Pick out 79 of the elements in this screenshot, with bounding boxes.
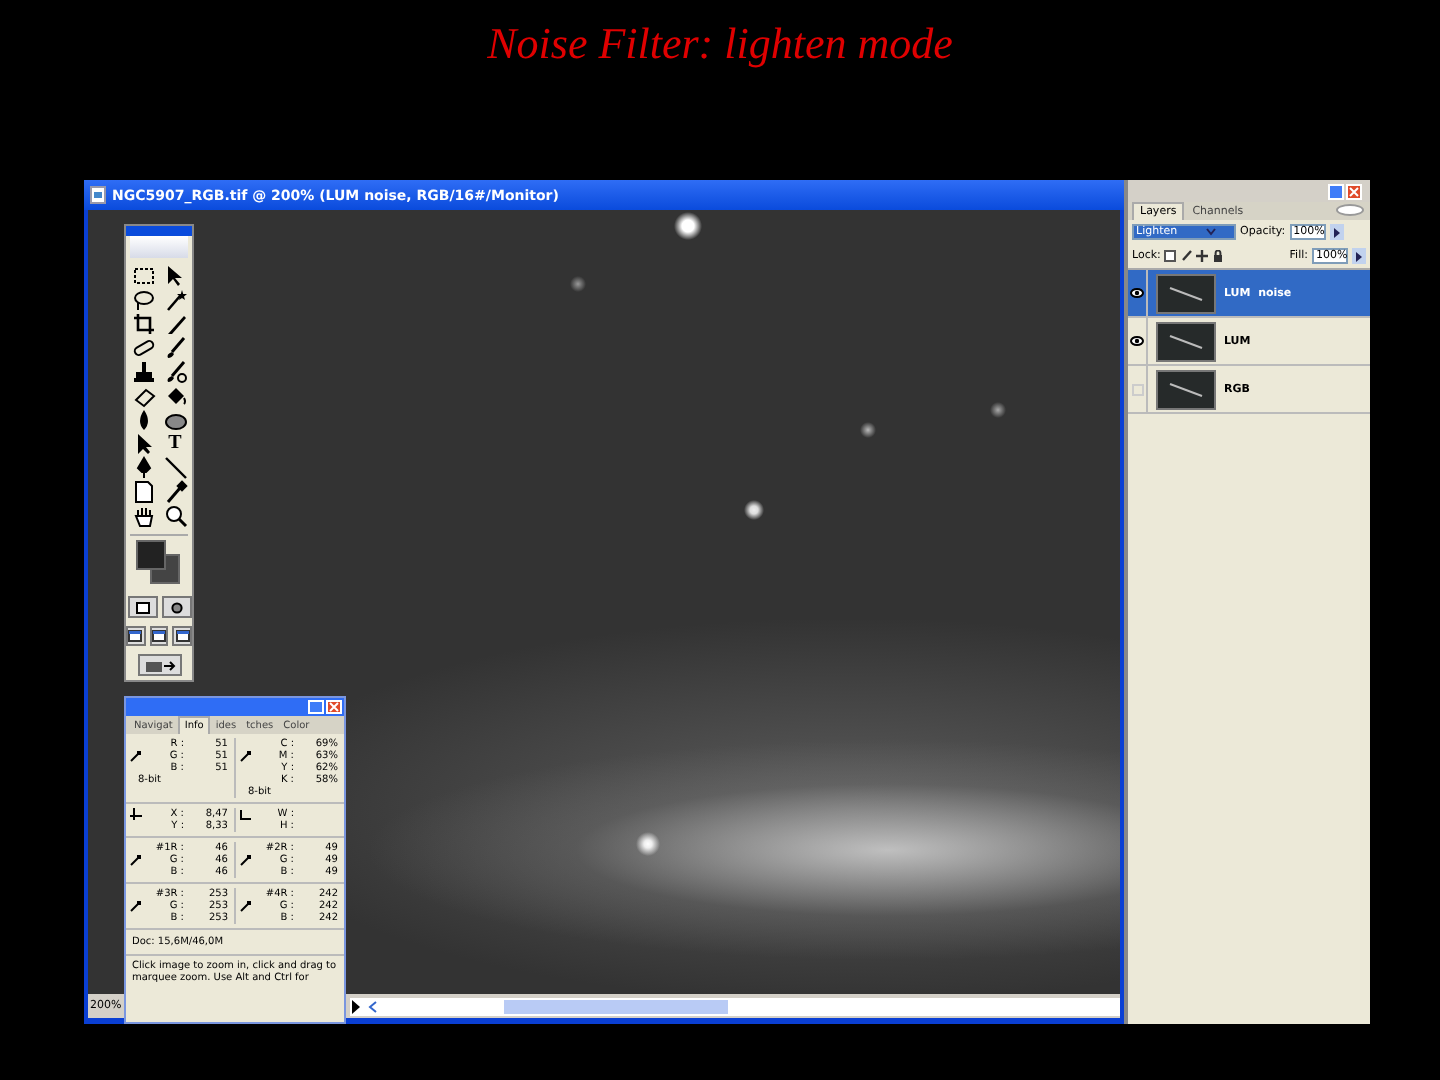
minimize-button[interactable] <box>1328 183 1344 199</box>
screen-mode-button[interactable] <box>126 626 146 646</box>
quick-mask-icon <box>169 601 183 613</box>
stamp-icon <box>131 359 155 383</box>
eyedropper-tool[interactable] <box>161 480 189 502</box>
marquee-tool[interactable] <box>129 264 157 286</box>
stamp-tool[interactable] <box>129 360 157 382</box>
quick-mask-button[interactable] <box>161 596 191 618</box>
bandage-tool[interactable] <box>129 336 157 358</box>
eyedropper-icon <box>130 854 142 866</box>
close-button[interactable] <box>326 700 342 714</box>
history-brush-icon <box>163 359 187 383</box>
zoom-icon <box>163 503 187 527</box>
eyedropper-icon <box>163 479 187 503</box>
crop-icon <box>131 311 155 335</box>
eyedropper-icon <box>240 900 252 912</box>
foreground-color-swatch[interactable] <box>136 540 166 570</box>
lock-transparency-icon <box>1164 250 1177 262</box>
window-icon <box>175 630 190 642</box>
marquee-icon <box>131 263 155 287</box>
blob-tool[interactable] <box>161 408 189 430</box>
document-icon <box>90 186 106 204</box>
eraser-icon <box>131 383 155 407</box>
chevron-down-icon <box>1205 228 1215 236</box>
eraser-tool[interactable] <box>129 384 157 406</box>
crop-tool[interactable] <box>129 312 157 334</box>
hand-tool[interactable] <box>129 504 157 526</box>
line-icon <box>163 455 187 479</box>
move-icon <box>1196 250 1209 262</box>
lock-transparency-lock-button[interactable] <box>1164 250 1177 262</box>
close-button[interactable] <box>1346 183 1362 199</box>
type-tool[interactable]: T <box>161 432 189 454</box>
jump-button[interactable] <box>137 654 181 676</box>
selection-icon <box>240 808 252 820</box>
wand-tool[interactable] <box>161 288 189 310</box>
scrollbar-thumb[interactable] <box>504 999 728 1013</box>
arrow-icon <box>163 263 187 287</box>
crosshair-icon <box>130 808 142 820</box>
padlock-icon <box>1212 250 1225 262</box>
eyedropper-icon <box>240 854 252 866</box>
brush-icon <box>163 335 187 359</box>
zoom-tool[interactable] <box>161 504 189 526</box>
padlock-lock-button[interactable] <box>1212 250 1225 262</box>
note-icon <box>131 479 155 503</box>
close-icon <box>328 702 340 712</box>
camera-arrow-icon <box>143 657 175 673</box>
move-lock-button[interactable] <box>1196 250 1209 262</box>
window-icon <box>128 630 143 642</box>
streak-icon <box>1166 333 1206 349</box>
line-tool[interactable] <box>161 456 189 478</box>
brush-icon <box>1180 250 1193 262</box>
standard-mode-icon <box>135 601 149 613</box>
streak-icon <box>1166 381 1206 397</box>
streak-icon <box>1166 285 1206 301</box>
lasso-icon <box>131 287 155 311</box>
lasso-tool[interactable] <box>129 288 157 310</box>
pen-icon <box>131 455 155 479</box>
window-icon <box>152 630 166 642</box>
wand-icon <box>163 287 187 311</box>
visibility-toggle[interactable] <box>1131 383 1143 395</box>
triangle-right-icon <box>1333 227 1340 237</box>
play-icon <box>350 999 362 1013</box>
slide-title: Noise Filter: lighten mode <box>487 18 953 70</box>
triangle-right-icon <box>1356 251 1362 261</box>
eyedropper-icon <box>130 900 142 912</box>
screen-mode-button[interactable] <box>172 626 193 646</box>
brush-lock-button[interactable] <box>1180 250 1193 262</box>
eyedropper-icon <box>130 750 142 762</box>
close-icon <box>1348 185 1360 197</box>
note-tool[interactable] <box>129 480 157 502</box>
bucket-icon <box>163 383 187 407</box>
opacity-arrow-button[interactable] <box>1329 224 1344 240</box>
fill-arrow-button[interactable] <box>1352 248 1366 264</box>
standard-mode-button[interactable] <box>127 596 157 618</box>
eyedropper-icon <box>240 750 252 762</box>
bandage-icon <box>131 335 155 359</box>
hand-icon <box>131 503 155 527</box>
minimize-button[interactable] <box>308 700 324 714</box>
screen-mode-button[interactable] <box>149 626 169 646</box>
